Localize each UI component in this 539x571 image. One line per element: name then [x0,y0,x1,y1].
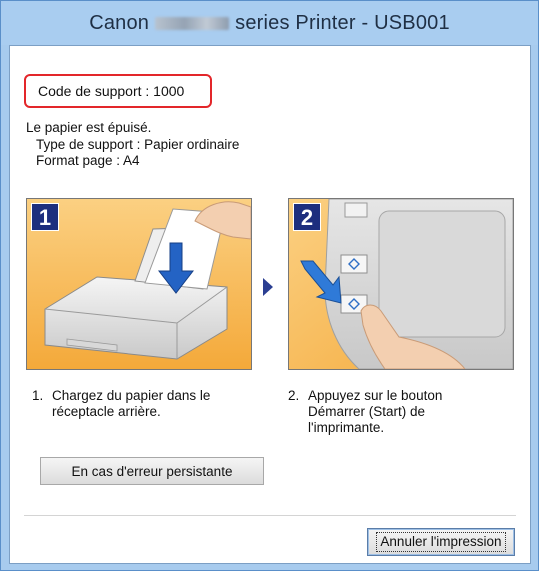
title-prefix: Canon [89,12,150,34]
next-step-arrow-icon [263,278,273,296]
title-bar[interactable]: Canon series Printer - USB001 [1,1,538,45]
error-message: Le papier est épuisé. [26,120,152,135]
window-title: Canon series Printer - USB001 [89,1,450,45]
step-2-instruction: Appuyez sur le bouton Démarrer (Start) d… [308,388,443,435]
support-code: Code de support : 1000 [24,74,212,108]
start-button-image [289,199,513,369]
printer-error-dialog: Canon series Printer - USB001 Code de sup… [0,0,539,571]
step-1-text: 1. Chargez du papier dans le réceptacle … [32,388,252,428]
step-2-text: 2. Appuyez sur le bouton Démarrer (Start… [288,388,508,444]
media-type: Type de support : Papier ordinaire [36,137,240,152]
cancel-print-button[interactable]: Annuler l'impression [367,528,515,556]
load-paper-image [27,199,251,369]
step-1-number: 1. [32,388,44,403]
step-2-number: 2. [288,388,300,403]
dialog-content: Code de support : 1000 Le papier est épu… [9,45,531,564]
step-2-illustration: 2 [288,198,514,370]
step-1-badge: 1 [31,203,59,231]
persistent-error-label: En cas d'erreur persistante [71,463,233,479]
step-2-badge: 2 [293,203,321,231]
model-name-redacted [155,17,230,31]
step-1-illustration: 1 [26,198,252,370]
step-1-instruction: Chargez du papier dans le réceptacle arr… [52,388,211,419]
separator [24,515,516,516]
page-size: Format page : A4 [36,153,140,168]
persistent-error-button[interactable]: En cas d'erreur persistante [40,457,264,485]
cancel-print-label: Annuler l'impression [376,532,506,552]
title-suffix: series Printer - USB001 [235,12,450,34]
